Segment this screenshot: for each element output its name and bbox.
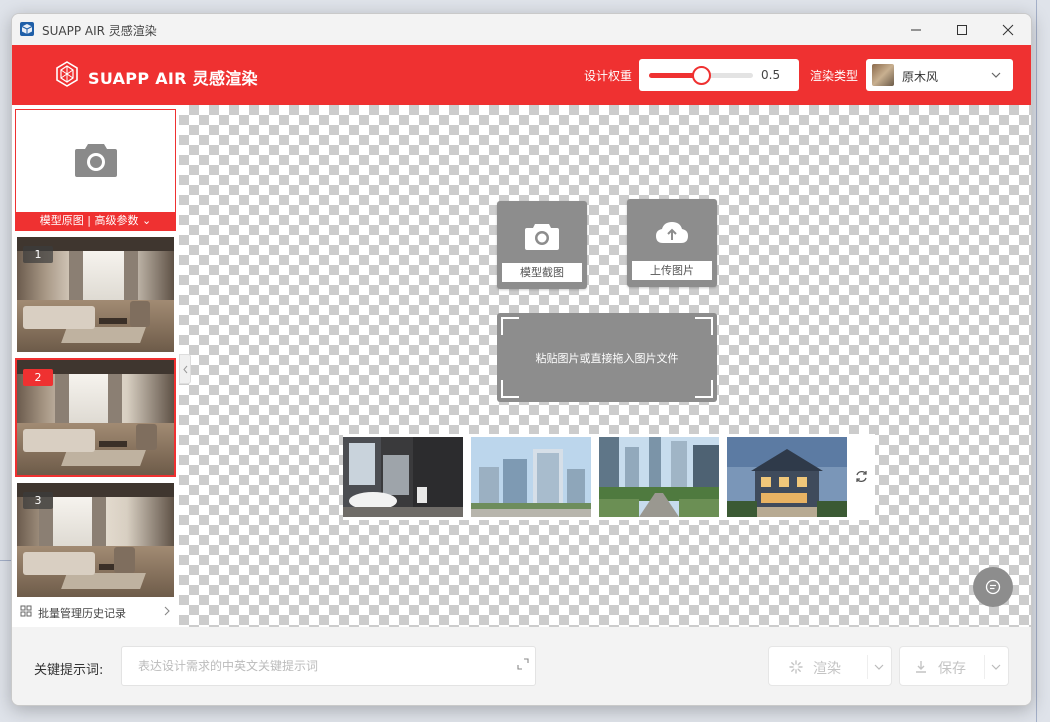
dropzone-corner: [695, 317, 713, 335]
thumbnail-number-badge: 2: [23, 369, 53, 386]
sparkle-icon: [789, 660, 803, 674]
design-weight-label: 设计权重: [584, 69, 633, 83]
chevron-left-icon: [182, 365, 187, 373]
thumbnail-number-badge: 3: [23, 492, 53, 509]
bottom-bar: 关键提示词: 渲染 保存: [12, 627, 1031, 705]
sample-image-office-towers[interactable]: [471, 437, 591, 517]
close-icon: [1002, 24, 1014, 35]
design-weight-value: 0.5: [761, 68, 781, 82]
batch-history-link[interactable]: 批量管理历史记录: [12, 597, 179, 627]
camera-icon: [525, 224, 559, 250]
maximize-icon: [957, 24, 967, 35]
button-divider: [867, 655, 868, 679]
history-thumbnail-2[interactable]: 2: [15, 358, 176, 477]
upload-image-label: 上传图片: [632, 261, 712, 280]
save-button-label: 保存: [938, 661, 966, 677]
render-canvas[interactable]: 模型截图 上传图片 粘贴图片或直接拖入图片文件: [179, 105, 1031, 627]
expand-icon[interactable]: [517, 658, 529, 670]
design-weight-slider[interactable]: [649, 66, 753, 85]
minimize-icon: [911, 29, 921, 30]
image-drop-zone[interactable]: 粘贴图片或直接拖入图片文件: [497, 313, 717, 402]
render-type-label: 渲染类型: [810, 69, 859, 83]
sample-image-city-street[interactable]: [599, 437, 719, 517]
app-window: SUAPP AIR 灵感渲染 SUAPP AIR 灵感渲染 设计权重 0.5 渲…: [11, 13, 1032, 706]
dropzone-corner: [501, 317, 519, 335]
brand-title: SUAPP AIR 灵感渲染: [88, 69, 258, 88]
sidebar: 模型原图 | 高级参数 ⌄ 1 2 3 批量管理历史记录: [12, 105, 179, 627]
design-weight-slider-box: 0.5: [639, 59, 799, 91]
render-button[interactable]: 渲染: [768, 646, 892, 686]
refresh-icon[interactable]: [854, 469, 869, 484]
window-title: SUAPP AIR 灵感渲染: [42, 24, 157, 38]
chevron-down-icon: ⌄: [141, 214, 152, 227]
prompt-input[interactable]: [121, 646, 536, 686]
render-type-value: 原木风: [902, 70, 939, 84]
render-style-thumbnail: [872, 64, 894, 86]
chat-icon: [985, 579, 1001, 595]
maximize-button[interactable]: [939, 14, 985, 45]
model-screenshot-label: 模型截图: [502, 263, 582, 282]
model-screenshot-button[interactable]: 模型截图: [497, 201, 587, 289]
render-button-label: 渲染: [813, 661, 841, 677]
advanced-params-toggle[interactable]: 模型原图 | 高级参数 ⌄: [16, 212, 175, 230]
sketchup-cube-icon: [20, 22, 34, 36]
close-button[interactable]: [985, 14, 1031, 45]
chevron-down-icon: [991, 72, 1001, 78]
upload-image-button[interactable]: 上传图片: [627, 199, 717, 287]
dropzone-corner: [695, 380, 713, 398]
render-type-select[interactable]: 原木风: [866, 59, 1013, 91]
camera-icon: [75, 144, 117, 177]
history-thumbnail-3[interactable]: 3: [15, 481, 176, 600]
thumbnail-number-badge: 1: [23, 246, 53, 263]
chevron-down-icon[interactable]: [990, 661, 1002, 673]
sidebar-collapse-handle[interactable]: [179, 354, 191, 384]
chevron-right-icon: [164, 606, 170, 616]
button-divider: [984, 655, 985, 679]
prompt-label: 关键提示词:: [34, 663, 104, 678]
sample-image-bathroom[interactable]: [343, 437, 463, 517]
grid-icon: [20, 605, 32, 617]
drop-hint-text: 粘贴图片或直接拖入图片文件: [535, 352, 679, 365]
diamond-logo-icon: [56, 61, 78, 87]
history-thumbnail-1[interactable]: 1: [15, 235, 176, 354]
minimize-button[interactable]: [893, 14, 939, 45]
cloud-upload-icon: [656, 222, 688, 243]
title-bar: SUAPP AIR 灵感渲染: [12, 14, 1031, 45]
batch-history-label: 批量管理历史记录: [38, 607, 126, 620]
chat-button[interactable]: [973, 567, 1013, 607]
chevron-down-icon[interactable]: [873, 661, 885, 673]
sample-image-villa[interactable]: [727, 437, 847, 517]
app-header: SUAPP AIR 灵感渲染 设计权重 0.5 渲染类型 原木风: [12, 45, 1031, 105]
download-icon: [916, 661, 926, 673]
slider-thumb[interactable]: [692, 66, 711, 85]
sample-images-strip: [343, 434, 875, 520]
model-original-label: 模型原图 | 高级参数: [39, 214, 139, 227]
dropzone-corner: [501, 380, 519, 398]
save-button[interactable]: 保存: [899, 646, 1009, 686]
model-original-card[interactable]: 模型原图 | 高级参数 ⌄: [15, 109, 176, 231]
